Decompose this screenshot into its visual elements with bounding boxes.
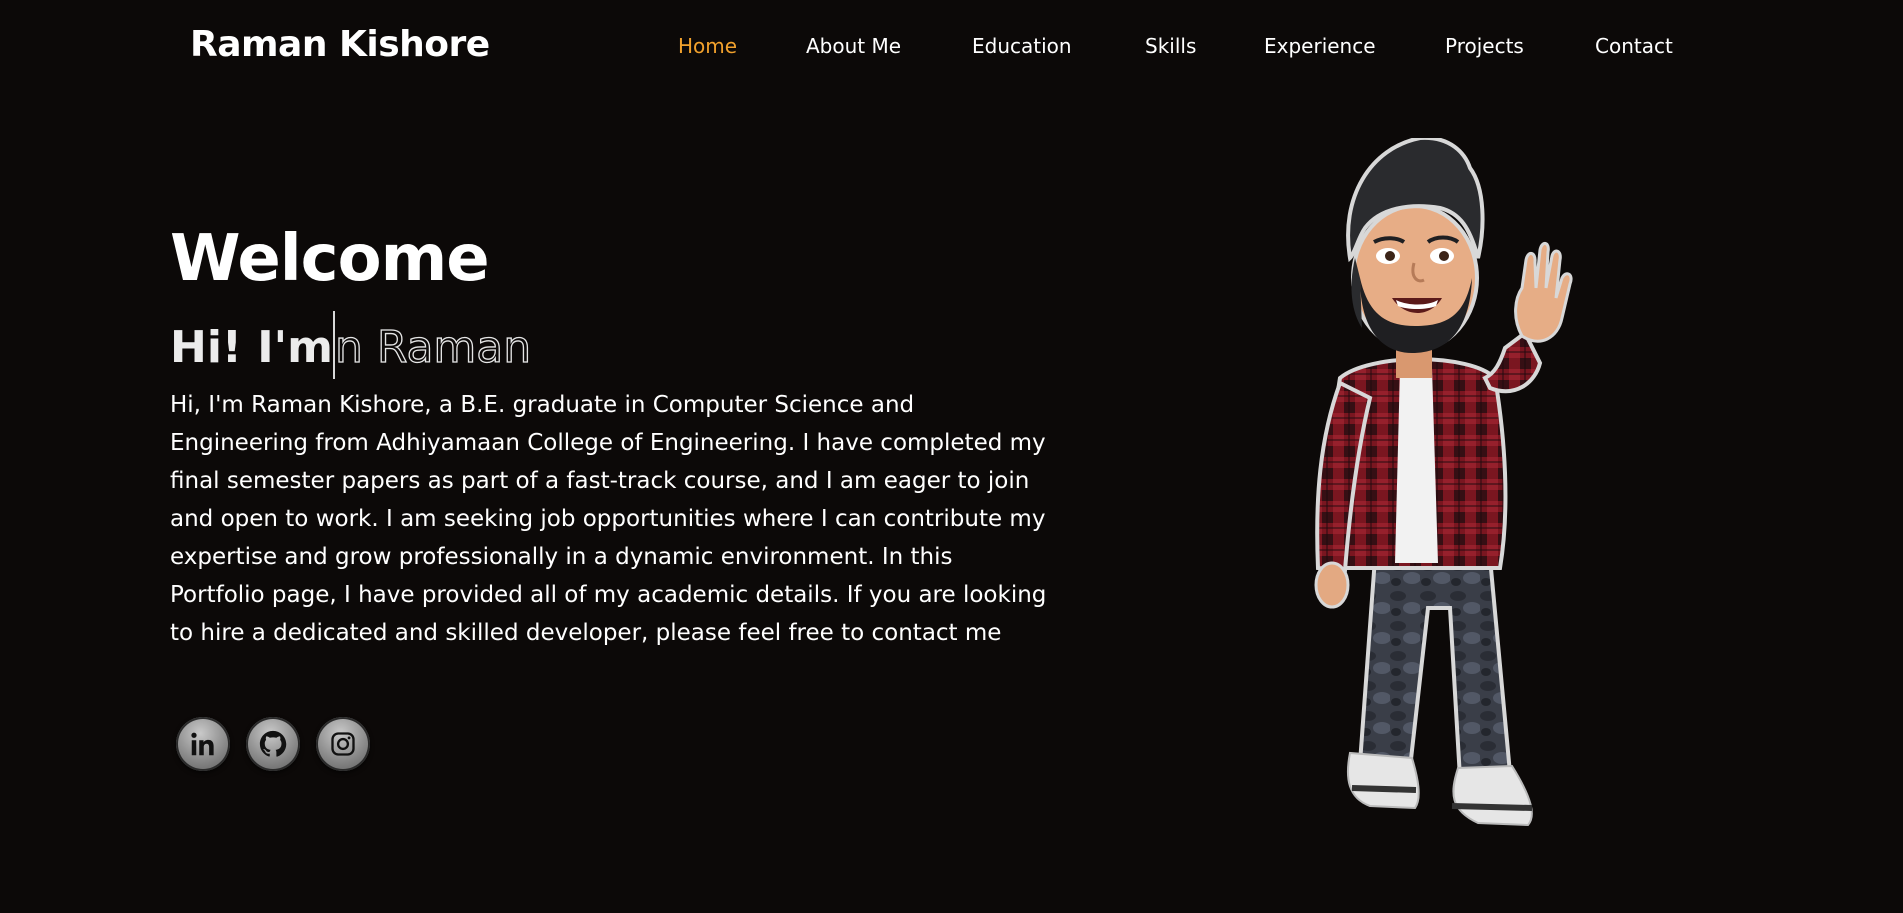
intro-paragraph: Hi, I'm Raman Kishore, a B.E. graduate i… — [170, 392, 1047, 646]
portfolio-page: Raman Kishore Home About Me Education Sk… — [0, 0, 1903, 913]
nav-about-me[interactable]: About Me — [806, 34, 972, 58]
nav-contact[interactable]: Contact — [1595, 34, 1705, 58]
welcome-heading: Welcome — [170, 222, 490, 296]
nav-home[interactable]: Home — [678, 34, 806, 58]
linkedin-button[interactable] — [176, 717, 230, 771]
nav-projects[interactable]: Projects — [1445, 34, 1595, 58]
brand-logo[interactable]: Raman Kishore — [190, 24, 490, 65]
nav-skills[interactable]: Skills — [1145, 34, 1264, 58]
social-links — [176, 717, 370, 771]
typing-cursor — [332, 311, 335, 379]
nav-experience[interactable]: Experience — [1264, 34, 1445, 58]
typed-text-outline: n Raman — [334, 321, 532, 373]
github-button[interactable] — [246, 717, 300, 771]
avatar-illustration — [1314, 138, 1573, 827]
typed-heading: Hi! I'm n Raman — [170, 311, 532, 381]
nav-education[interactable]: Education — [972, 34, 1145, 58]
instagram-icon — [331, 732, 355, 756]
main-nav: Home About Me Education Skills Experienc… — [678, 34, 1705, 58]
github-icon — [259, 730, 287, 757]
instagram-button[interactable] — [316, 717, 370, 771]
typed-text-solid: Hi! I'm — [170, 321, 333, 373]
linkedin-icon — [191, 732, 214, 756]
